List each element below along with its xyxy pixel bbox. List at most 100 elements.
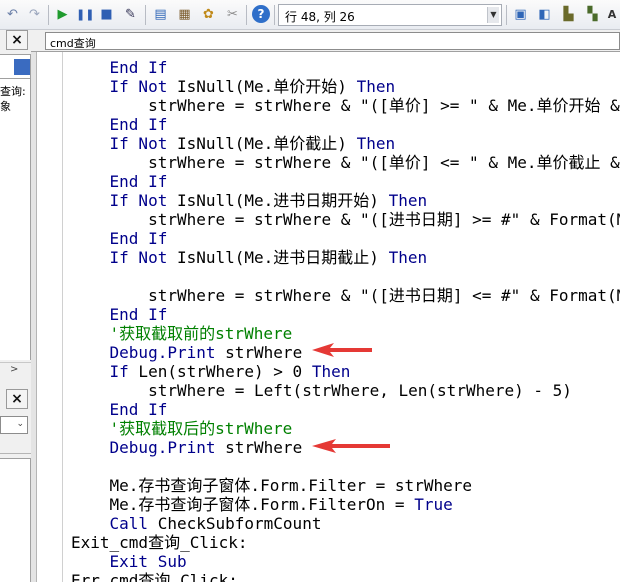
arrow-shape bbox=[312, 439, 390, 453]
code-line[interactable]: Exit_cmd查询_Click: bbox=[71, 533, 248, 552]
code-line[interactable]: Exit Sub bbox=[71, 552, 187, 571]
left-panels: × 查询: 象 > × ⌄ bbox=[0, 30, 31, 582]
code-line[interactable]: Debug.Print strWhere bbox=[71, 343, 303, 362]
code-text: strWhere = strWhere & "([单价] <= " & Me.单… bbox=[148, 153, 620, 172]
undo-icon[interactable]: ↶ bbox=[4, 6, 21, 23]
code-keyword: Then bbox=[356, 77, 396, 96]
code-text: Me.存书查询子窗体.Form.FilterOn = bbox=[109, 495, 415, 514]
run-icon[interactable]: ▶ bbox=[54, 6, 71, 23]
code-keyword: End If bbox=[109, 115, 168, 134]
redo-icon[interactable]: ↷ bbox=[26, 6, 43, 23]
code-line[interactable]: End If bbox=[71, 305, 168, 324]
annotation-arrow-2 bbox=[312, 439, 390, 453]
object-combo-value: cmd查询 bbox=[50, 37, 96, 50]
call-stack-icon[interactable]: ▚ bbox=[584, 6, 601, 23]
tree-item-query[interactable]: 查询: bbox=[0, 83, 26, 99]
code-text: IsNull(Me.进书日期截止) bbox=[167, 248, 389, 267]
toolbar-separator bbox=[246, 5, 247, 25]
code-text: strWhere bbox=[215, 438, 303, 457]
code-editor[interactable]: End If If Not IsNull(Me.单价开始) Then strWh… bbox=[63, 52, 620, 582]
code-keyword: End If bbox=[109, 58, 168, 77]
properties-icon[interactable]: ▦ bbox=[176, 6, 193, 23]
code-line[interactable]: Me.存书查询子窗体.Form.FilterOn = True bbox=[71, 495, 453, 514]
scroll-right-icon[interactable]: > bbox=[10, 364, 18, 375]
code-line[interactable]: End If bbox=[71, 172, 168, 191]
annotation-arrow-1 bbox=[312, 343, 372, 357]
code-keyword: Then bbox=[356, 134, 396, 153]
code-keyword: If bbox=[109, 362, 129, 381]
reset-icon[interactable]: ■ bbox=[98, 6, 115, 23]
close-project-button[interactable]: × bbox=[6, 30, 28, 50]
locals-icon[interactable]: ▣ bbox=[512, 6, 529, 23]
watch-icon[interactable]: ▙ bbox=[560, 6, 577, 23]
code-line[interactable]: Call CheckSubformCount bbox=[71, 514, 322, 533]
code-line[interactable]: Err_cmd查询_Click: bbox=[71, 571, 238, 582]
help-icon[interactable]: ? bbox=[252, 5, 270, 23]
object-browser-icon[interactable]: ✿ bbox=[200, 6, 217, 23]
font-icon[interactable]: A bbox=[604, 6, 620, 23]
code-keyword: If Not bbox=[109, 248, 168, 267]
code-text: strWhere bbox=[215, 343, 303, 362]
code-text: IsNull(Me.单价开始) bbox=[167, 77, 357, 96]
code-line[interactable]: strWhere = strWhere & "([单价] <= " & Me.单… bbox=[71, 153, 620, 172]
code-line[interactable]: strWhere = strWhere & "([进书日期] >= #" & F… bbox=[71, 210, 620, 229]
properties-grid[interactable] bbox=[0, 458, 31, 582]
code-line[interactable]: End If bbox=[71, 58, 168, 77]
code-line[interactable]: strWhere = Left(strWhere, Len(strWhere) … bbox=[71, 381, 572, 400]
code-line[interactable]: strWhere = strWhere & "([单价] >= " & Me.单… bbox=[71, 96, 620, 115]
properties-object-select[interactable]: ⌄ bbox=[0, 416, 28, 434]
project-toolbar bbox=[0, 54, 31, 78]
code-line[interactable]: If Not IsNull(Me.单价截止) Then bbox=[71, 134, 396, 153]
code-line[interactable]: End If bbox=[71, 400, 168, 419]
object-combo[interactable]: cmd查询 bbox=[45, 32, 620, 50]
cursor-position: 行 48, 列 26 bbox=[285, 10, 355, 24]
project-explorer-icon[interactable]: ▤ bbox=[152, 6, 169, 23]
code-line[interactable]: If Not IsNull(Me.单价开始) Then bbox=[71, 77, 396, 96]
tree-item-object[interactable]: 象 bbox=[0, 98, 11, 114]
code-line[interactable]: If Len(strWhere) > 0 Then bbox=[71, 362, 351, 381]
toolbox-icon[interactable]: ✂ bbox=[224, 6, 241, 23]
code-line[interactable]: If Not IsNull(Me.进书日期截止) Then bbox=[71, 248, 428, 267]
arrow-shape bbox=[312, 343, 372, 357]
code-line[interactable]: Me.存书查询子窗体.Form.Filter = strWhere bbox=[71, 476, 472, 495]
tree-scrollbar[interactable]: > bbox=[0, 362, 31, 380]
code-line[interactable]: '获取截取前的strWhere bbox=[71, 324, 293, 343]
code-keyword: End If bbox=[109, 400, 168, 419]
close-properties-button[interactable]: × bbox=[6, 389, 28, 409]
code-line[interactable]: strWhere = strWhere & "([进书日期] <= #" & F… bbox=[71, 286, 620, 305]
code-line[interactable]: End If bbox=[71, 229, 168, 248]
code-window-header: cmd查询 bbox=[31, 30, 620, 52]
immediate-icon[interactable]: ◧ bbox=[536, 6, 553, 23]
code-keyword: End If bbox=[109, 229, 168, 248]
toolbar-options-icon[interactable]: ▼ bbox=[487, 7, 499, 23]
code-line[interactable]: End If bbox=[71, 115, 168, 134]
project-tree[interactable]: 查询: 象 bbox=[0, 78, 31, 360]
code-text: CheckSubformCount bbox=[148, 514, 322, 533]
design-mode-icon[interactable]: ✎ bbox=[122, 6, 139, 23]
break-icon[interactable]: ❚❚ bbox=[76, 6, 94, 23]
code-line[interactable]: Debug.Print strWhere bbox=[71, 438, 303, 457]
code-line[interactable]: '获取截取后的strWhere bbox=[71, 419, 293, 438]
breakpoint-gutter[interactable] bbox=[37, 52, 63, 582]
code-text: strWhere = strWhere & "([单价] >= " & Me.单… bbox=[148, 96, 620, 115]
code-text: Exit_cmd查询_Click: bbox=[71, 533, 248, 552]
properties-tabs[interactable] bbox=[0, 436, 31, 454]
code-comment: '获取截取后的strWhere bbox=[109, 419, 293, 438]
toggle-folders-icon[interactable] bbox=[14, 59, 30, 75]
code-line[interactable]: If Not IsNull(Me.进书日期开始) Then bbox=[71, 191, 428, 210]
code-keyword: Then bbox=[388, 191, 428, 210]
